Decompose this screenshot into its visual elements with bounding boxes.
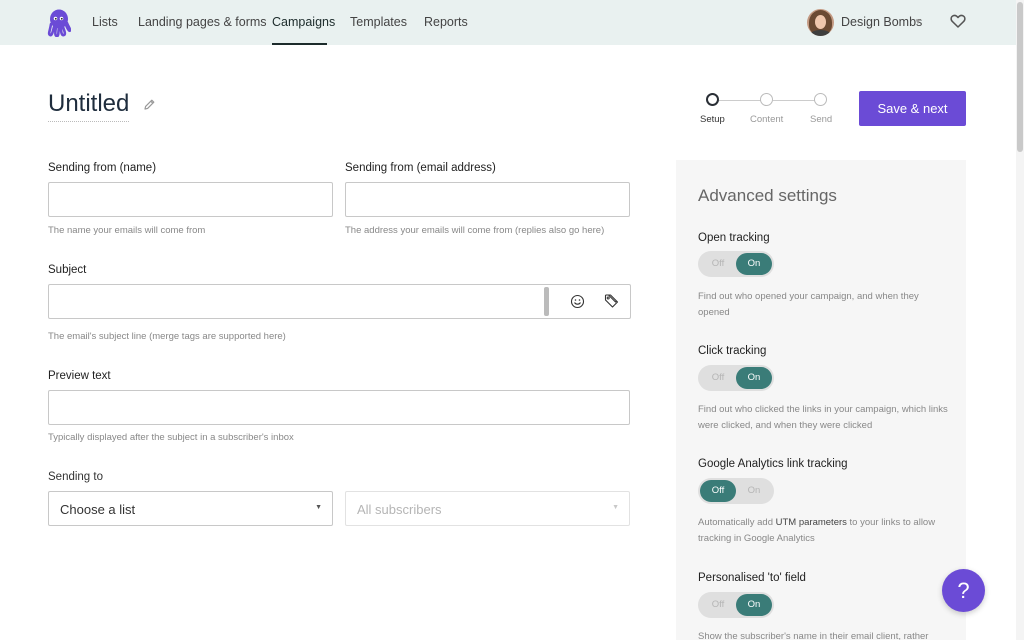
account-name[interactable]: Design Bombs — [841, 15, 922, 29]
smiley-icon[interactable] — [570, 294, 585, 309]
segment-select[interactable]: All subscribers ▼ — [345, 491, 630, 526]
open-tracking-help: Find out who opened your campaign, and w… — [698, 291, 919, 318]
toggle-off-option[interactable]: Off — [700, 367, 736, 389]
from-email-help: The address your emails will come from (… — [345, 225, 605, 236]
step-send-indicator — [814, 93, 827, 106]
advanced-settings-title: Advanced settings — [698, 186, 837, 205]
active-nav-indicator — [272, 43, 327, 45]
step-content-indicator — [760, 93, 773, 106]
caret-down-icon[interactable]: ▼ — [914, 17, 922, 26]
toggle-on-option[interactable]: On — [736, 480, 772, 502]
toggle-off-option[interactable]: Off — [700, 480, 736, 502]
from-name-label: Sending from (name) — [48, 162, 157, 174]
open-tracking-toggle[interactable]: Off On — [698, 251, 774, 277]
scrollbar-thumb[interactable] — [1017, 2, 1023, 152]
octopus-logo-icon[interactable] — [47, 9, 71, 37]
step-setup-indicator — [706, 93, 719, 106]
sending-to-label: Sending to — [48, 471, 103, 483]
toggle-on-option[interactable]: On — [736, 253, 772, 275]
caret-down-icon: ▼ — [612, 504, 619, 511]
from-email-input[interactable] — [345, 182, 630, 217]
step-setup-label: Setup — [700, 114, 725, 125]
list-select[interactable]: Choose a list ▼ — [48, 491, 333, 526]
step-connector — [773, 100, 815, 101]
open-tracking-label: Open tracking — [698, 232, 770, 244]
nav-campaigns[interactable]: Campaigns — [272, 15, 335, 29]
personalised-to-help: Show the subscriber's name in their emai… — [698, 631, 929, 640]
pencil-icon[interactable] — [143, 98, 156, 111]
google-analytics-help: Automatically add UTM parameters to your… — [698, 517, 936, 544]
toggle-on-option[interactable]: On — [736, 367, 772, 389]
toggle-off-option[interactable]: Off — [700, 594, 736, 616]
click-tracking-toggle[interactable]: Off On — [698, 365, 774, 391]
from-name-help: The name your emails will come from — [48, 225, 206, 236]
nav-landing-pages-forms[interactable]: Landing pages & forms — [138, 15, 267, 29]
subject-help: The email's subject line (merge tags are… — [48, 331, 286, 342]
nav-reports[interactable]: Reports — [424, 15, 468, 29]
nav-templates[interactable]: Templates — [350, 15, 407, 29]
preview-text-label: Preview text — [48, 370, 111, 382]
google-analytics-label: Google Analytics link tracking — [698, 458, 848, 470]
heart-icon[interactable] — [950, 13, 966, 29]
step-send-label: Send — [810, 114, 833, 125]
google-analytics-toggle[interactable]: Off On — [698, 478, 774, 504]
help-button[interactable]: ? — [942, 569, 985, 612]
personalised-to-toggle[interactable]: Off On — [698, 592, 774, 618]
list-select-value: Choose a list — [60, 502, 136, 517]
subject-resize-handle[interactable] — [544, 287, 549, 316]
page-title[interactable]: Untitled — [48, 90, 130, 122]
segment-select-value: All subscribers — [357, 502, 442, 517]
caret-down-icon: ▼ — [315, 504, 322, 511]
personalised-to-label: Personalised 'to' field — [698, 572, 806, 584]
click-tracking-help: Find out who clicked the links in your c… — [698, 404, 948, 431]
toggle-off-option[interactable]: Off — [700, 253, 736, 275]
nav-lists[interactable]: Lists — [92, 15, 118, 29]
utm-parameters-text: UTM parameters — [775, 517, 847, 528]
toggle-on-option[interactable]: On — [736, 594, 772, 616]
from-email-label: Sending from (email address) — [345, 162, 496, 174]
page-scrollbar[interactable] — [1016, 0, 1024, 640]
step-content-label: Content — [750, 114, 784, 125]
save-and-next-button[interactable]: Save & next — [859, 91, 966, 126]
from-name-input[interactable] — [48, 182, 333, 217]
click-tracking-label: Click tracking — [698, 345, 767, 357]
avatar[interactable] — [807, 9, 834, 36]
step-connector — [719, 100, 761, 101]
tag-icon[interactable] — [604, 293, 620, 309]
subject-label: Subject — [48, 264, 87, 276]
preview-text-help: Typically displayed after the subject in… — [48, 432, 294, 443]
preview-text-input[interactable] — [48, 390, 630, 425]
